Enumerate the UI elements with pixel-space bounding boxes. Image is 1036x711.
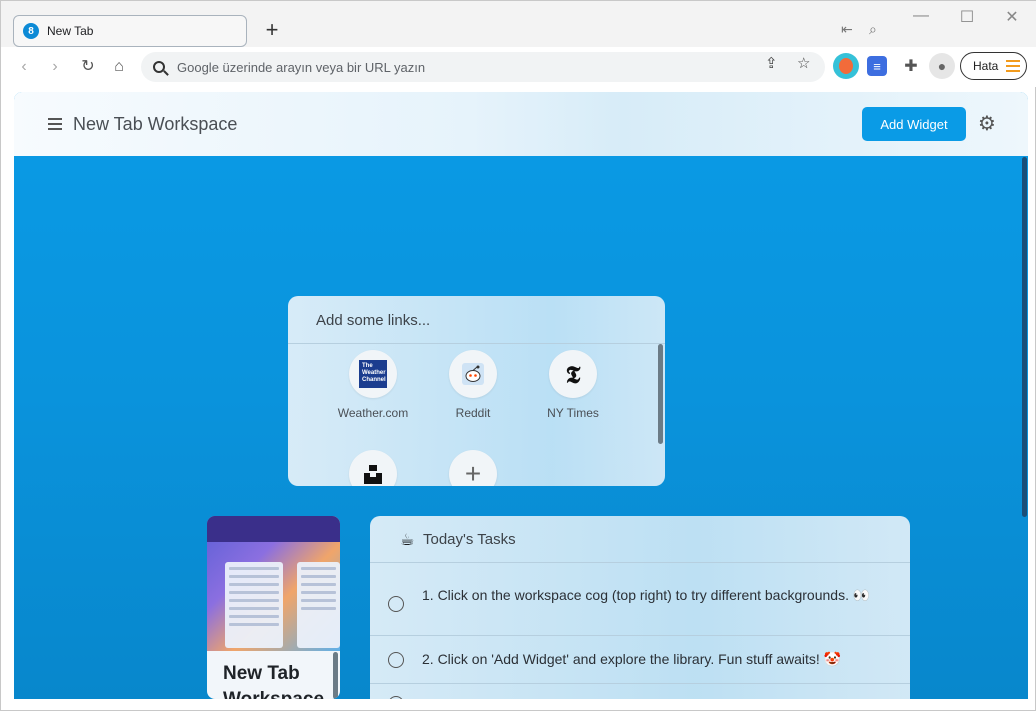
- new-tab-button[interactable]: +: [261, 19, 283, 42]
- task-row[interactable]: 2. Click on 'Add Widget' and explore the…: [370, 637, 910, 684]
- hamburger-menu-icon[interactable]: [48, 118, 62, 133]
- plus-icon: +: [449, 450, 497, 486]
- maximize-icon[interactable]: ☐: [955, 7, 979, 27]
- link-nytimes[interactable]: 𝕿 NY Times: [528, 350, 618, 420]
- preview-panel-left: [225, 562, 283, 648]
- weather-channel-logo: The Weather Channel: [359, 360, 387, 388]
- tasks-widget: ☕ Today's Tasks 1. Click on the workspac…: [370, 516, 910, 699]
- search-tabs-icon[interactable]: ⌕: [869, 21, 877, 38]
- nytimes-icon: 𝕿: [549, 350, 597, 398]
- links-widget-title: Add some links...: [316, 312, 431, 329]
- link-label: Weather.com: [337, 406, 409, 420]
- link-label: Reddit: [455, 406, 491, 420]
- home-icon[interactable]: ⌂: [107, 55, 131, 79]
- search-icon: [153, 61, 165, 73]
- extensions-puzzle-icon[interactable]: ✚: [898, 53, 924, 79]
- preview-card-title: New Tab Workspace: [223, 663, 324, 699]
- tab-title: New Tab: [47, 24, 94, 38]
- forward-button-icon[interactable]: ›: [43, 55, 67, 79]
- minimize-icon[interactable]: —: [909, 7, 933, 25]
- settings-cog-icon[interactable]: ⚙: [976, 113, 998, 135]
- bookmark-star-icon[interactable]: ☆: [797, 54, 810, 72]
- link-weather[interactable]: The Weather Channel Weather.com: [328, 350, 418, 420]
- balloon-extension-icon[interactable]: [833, 53, 859, 79]
- links-divider: [288, 343, 665, 344]
- task-checkbox[interactable]: [388, 652, 404, 668]
- page-scrollbar[interactable]: [1022, 157, 1027, 517]
- preview-panel-right: [297, 562, 340, 648]
- profile-avatar-icon[interactable]: ●: [929, 53, 955, 79]
- share-icon[interactable]: ⇪: [765, 54, 778, 72]
- reload-icon[interactable]: ↻: [76, 55, 100, 79]
- notes-extension-icon[interactable]: ≡: [867, 56, 887, 76]
- address-bar-placeholder: Google üzerinde arayın veya bir URL yazı…: [177, 59, 426, 75]
- unsplash-icon: [349, 450, 397, 486]
- back-button-icon[interactable]: ‹: [12, 55, 36, 79]
- add-link-button[interactable]: +: [428, 450, 518, 486]
- collapse-tabs-icon[interactable]: ⇤: [841, 21, 853, 38]
- link-unsplash[interactable]: [328, 450, 418, 486]
- browser-menu-icon: [1006, 60, 1020, 75]
- links-scrollbar[interactable]: [658, 344, 663, 444]
- profile-error-button[interactable]: Hata: [960, 52, 1027, 80]
- tasks-widget-title: Today's Tasks: [423, 531, 516, 548]
- new-tab-page: New Tab Workspace Add Widget ⚙ Add some …: [14, 92, 1028, 699]
- task-text: 2. Click on 'Add Widget' and explore the…: [422, 651, 842, 667]
- add-widget-button[interactable]: Add Widget: [862, 107, 966, 141]
- profile-error-label: Hata: [973, 59, 999, 73]
- coffee-cup-icon: ☕: [400, 532, 415, 549]
- workspace-preview-image: [207, 516, 340, 651]
- workspace-title: New Tab Workspace: [73, 114, 238, 134]
- links-widget: Add some links... The Weather Channel Weat…: [288, 296, 665, 486]
- browser-toolbar: ‹ › ↻ ⌂ Google üzerinde arayın veya bir …: [1, 47, 1036, 87]
- tab-new-tab[interactable]: 8 New Tab: [13, 15, 247, 47]
- preview-scrollbar[interactable]: [333, 652, 338, 699]
- task-checkbox[interactable]: [388, 696, 404, 699]
- close-window-icon[interactable]: ✕: [1000, 7, 1024, 27]
- preview-browser-bar: [207, 516, 340, 542]
- task-row[interactable]: 1. Click on the workspace cog (top right…: [370, 564, 910, 636]
- address-bar[interactable]: Google üzerinde arayın veya bir URL yazı…: [141, 52, 825, 82]
- reddit-icon: [449, 350, 497, 398]
- task-row[interactable]: [370, 685, 910, 699]
- tab-strip: 8 New Tab + ⇤ ⌕ — ☐ ✕: [1, 1, 1036, 47]
- weather-channel-icon: The Weather Channel: [349, 350, 397, 398]
- task-text: 1. Click on the workspace cog (top right…: [422, 587, 871, 603]
- workspace-preview-card[interactable]: New Tab Workspace: [207, 516, 340, 699]
- tasks-header: ☕ Today's Tasks: [370, 516, 910, 563]
- browser-window: 8 New Tab + ⇤ ⌕ — ☐ ✕ ‹ › ↻ ⌂ Google üze…: [0, 0, 1036, 711]
- link-reddit[interactable]: Reddit: [428, 350, 518, 420]
- workspace-header: New Tab Workspace Add Widget ⚙: [14, 92, 1028, 156]
- workspace-favicon-icon: 8: [23, 23, 39, 39]
- task-checkbox[interactable]: [388, 596, 404, 612]
- link-label: NY Times: [547, 406, 599, 420]
